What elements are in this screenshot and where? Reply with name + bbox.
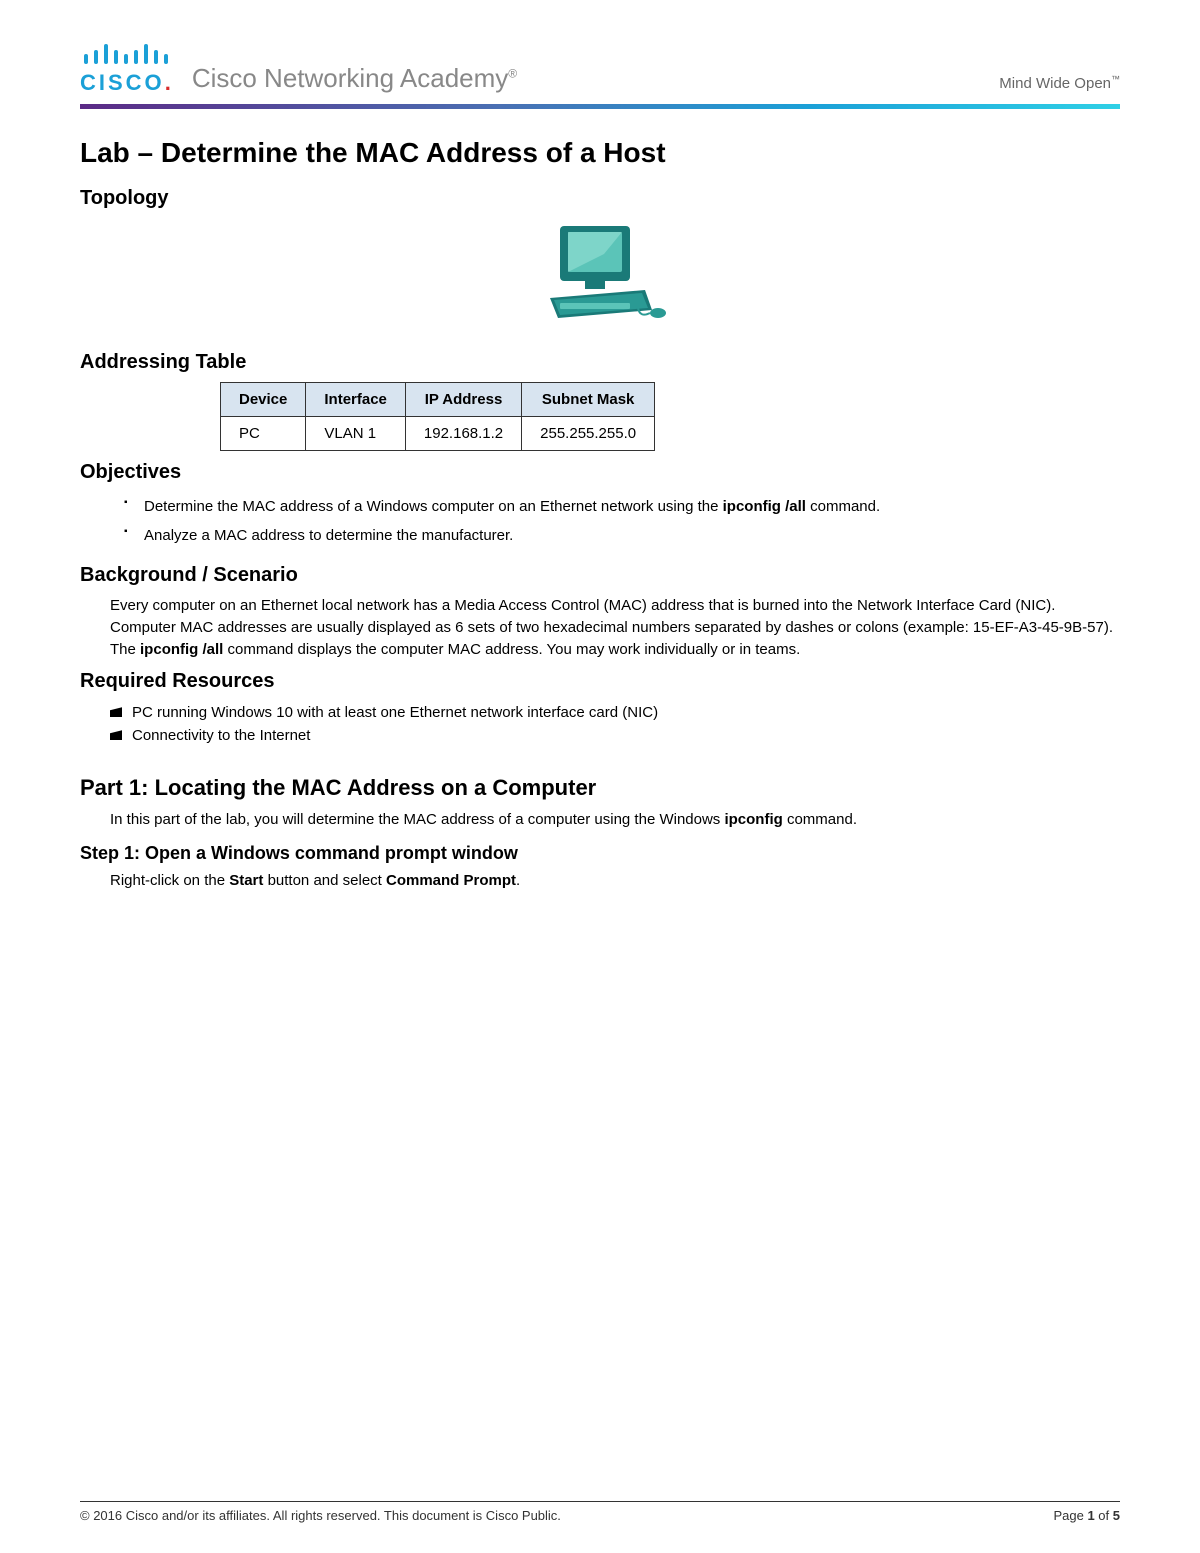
background-heading: Background / Scenario bbox=[80, 564, 1120, 587]
col-interface: Interface bbox=[306, 383, 406, 417]
computer-icon bbox=[530, 218, 670, 328]
addressing-table: Device Interface IP Address Subnet Mask … bbox=[220, 382, 655, 451]
brand-block: CISCO. Cisco Networking Academy® bbox=[80, 40, 517, 96]
list-item: Analyze a MAC address to determine the m… bbox=[130, 521, 1120, 550]
cisco-logo: CISCO. bbox=[80, 40, 174, 96]
list-item: Determine the MAC address of a Windows c… bbox=[130, 492, 1120, 521]
document-page: CISCO. Cisco Networking Academy® Mind Wi… bbox=[0, 0, 1200, 1553]
objectives-heading: Objectives bbox=[80, 461, 1120, 484]
part1-intro: In this part of the lab, you will determ… bbox=[110, 809, 1120, 831]
table-row: PC VLAN 1 192.168.1.2 255.255.255.0 bbox=[221, 417, 655, 451]
cell-ip: 192.168.1.2 bbox=[405, 417, 521, 451]
step1-text: Right-click on the Start button and sele… bbox=[110, 870, 1120, 892]
resources-list: PC running Windows 10 with at least one … bbox=[80, 701, 1120, 747]
cell-mask: 255.255.255.0 bbox=[522, 417, 655, 451]
cell-interface: VLAN 1 bbox=[306, 417, 406, 451]
academy-title: Cisco Networking Academy® bbox=[192, 63, 517, 96]
tagline: Mind Wide Open™ bbox=[999, 74, 1120, 96]
list-item: PC running Windows 10 with at least one … bbox=[110, 701, 1120, 724]
col-ip: IP Address bbox=[405, 383, 521, 417]
topology-diagram bbox=[80, 218, 1120, 333]
cisco-wordmark: CISCO. bbox=[80, 70, 174, 96]
page-footer: © 2016 Cisco and/or its affiliates. All … bbox=[80, 1501, 1120, 1523]
lab-title: Lab – Determine the MAC Address of a Hos… bbox=[80, 137, 1120, 169]
page-header: CISCO. Cisco Networking Academy® Mind Wi… bbox=[80, 40, 1120, 104]
topology-heading: Topology bbox=[80, 187, 1120, 210]
resources-heading: Required Resources bbox=[80, 670, 1120, 693]
header-gradient-rule bbox=[80, 104, 1120, 109]
list-item: Connectivity to the Internet bbox=[110, 724, 1120, 747]
addressing-heading: Addressing Table bbox=[80, 351, 1120, 374]
col-mask: Subnet Mask bbox=[522, 383, 655, 417]
background-paragraph: Every computer on an Ethernet local netw… bbox=[110, 595, 1120, 660]
objectives-list: Determine the MAC address of a Windows c… bbox=[80, 492, 1120, 550]
step1-heading: Step 1: Open a Windows command prompt wi… bbox=[80, 843, 1120, 864]
cell-device: PC bbox=[221, 417, 306, 451]
col-device: Device bbox=[221, 383, 306, 417]
cisco-bars-icon bbox=[80, 40, 170, 68]
part1-heading: Part 1: Locating the MAC Address on a Co… bbox=[80, 775, 1120, 801]
page-number: Page 1 of 5 bbox=[1053, 1508, 1120, 1523]
table-header-row: Device Interface IP Address Subnet Mask bbox=[221, 383, 655, 417]
copyright-text: © 2016 Cisco and/or its affiliates. All … bbox=[80, 1508, 561, 1523]
